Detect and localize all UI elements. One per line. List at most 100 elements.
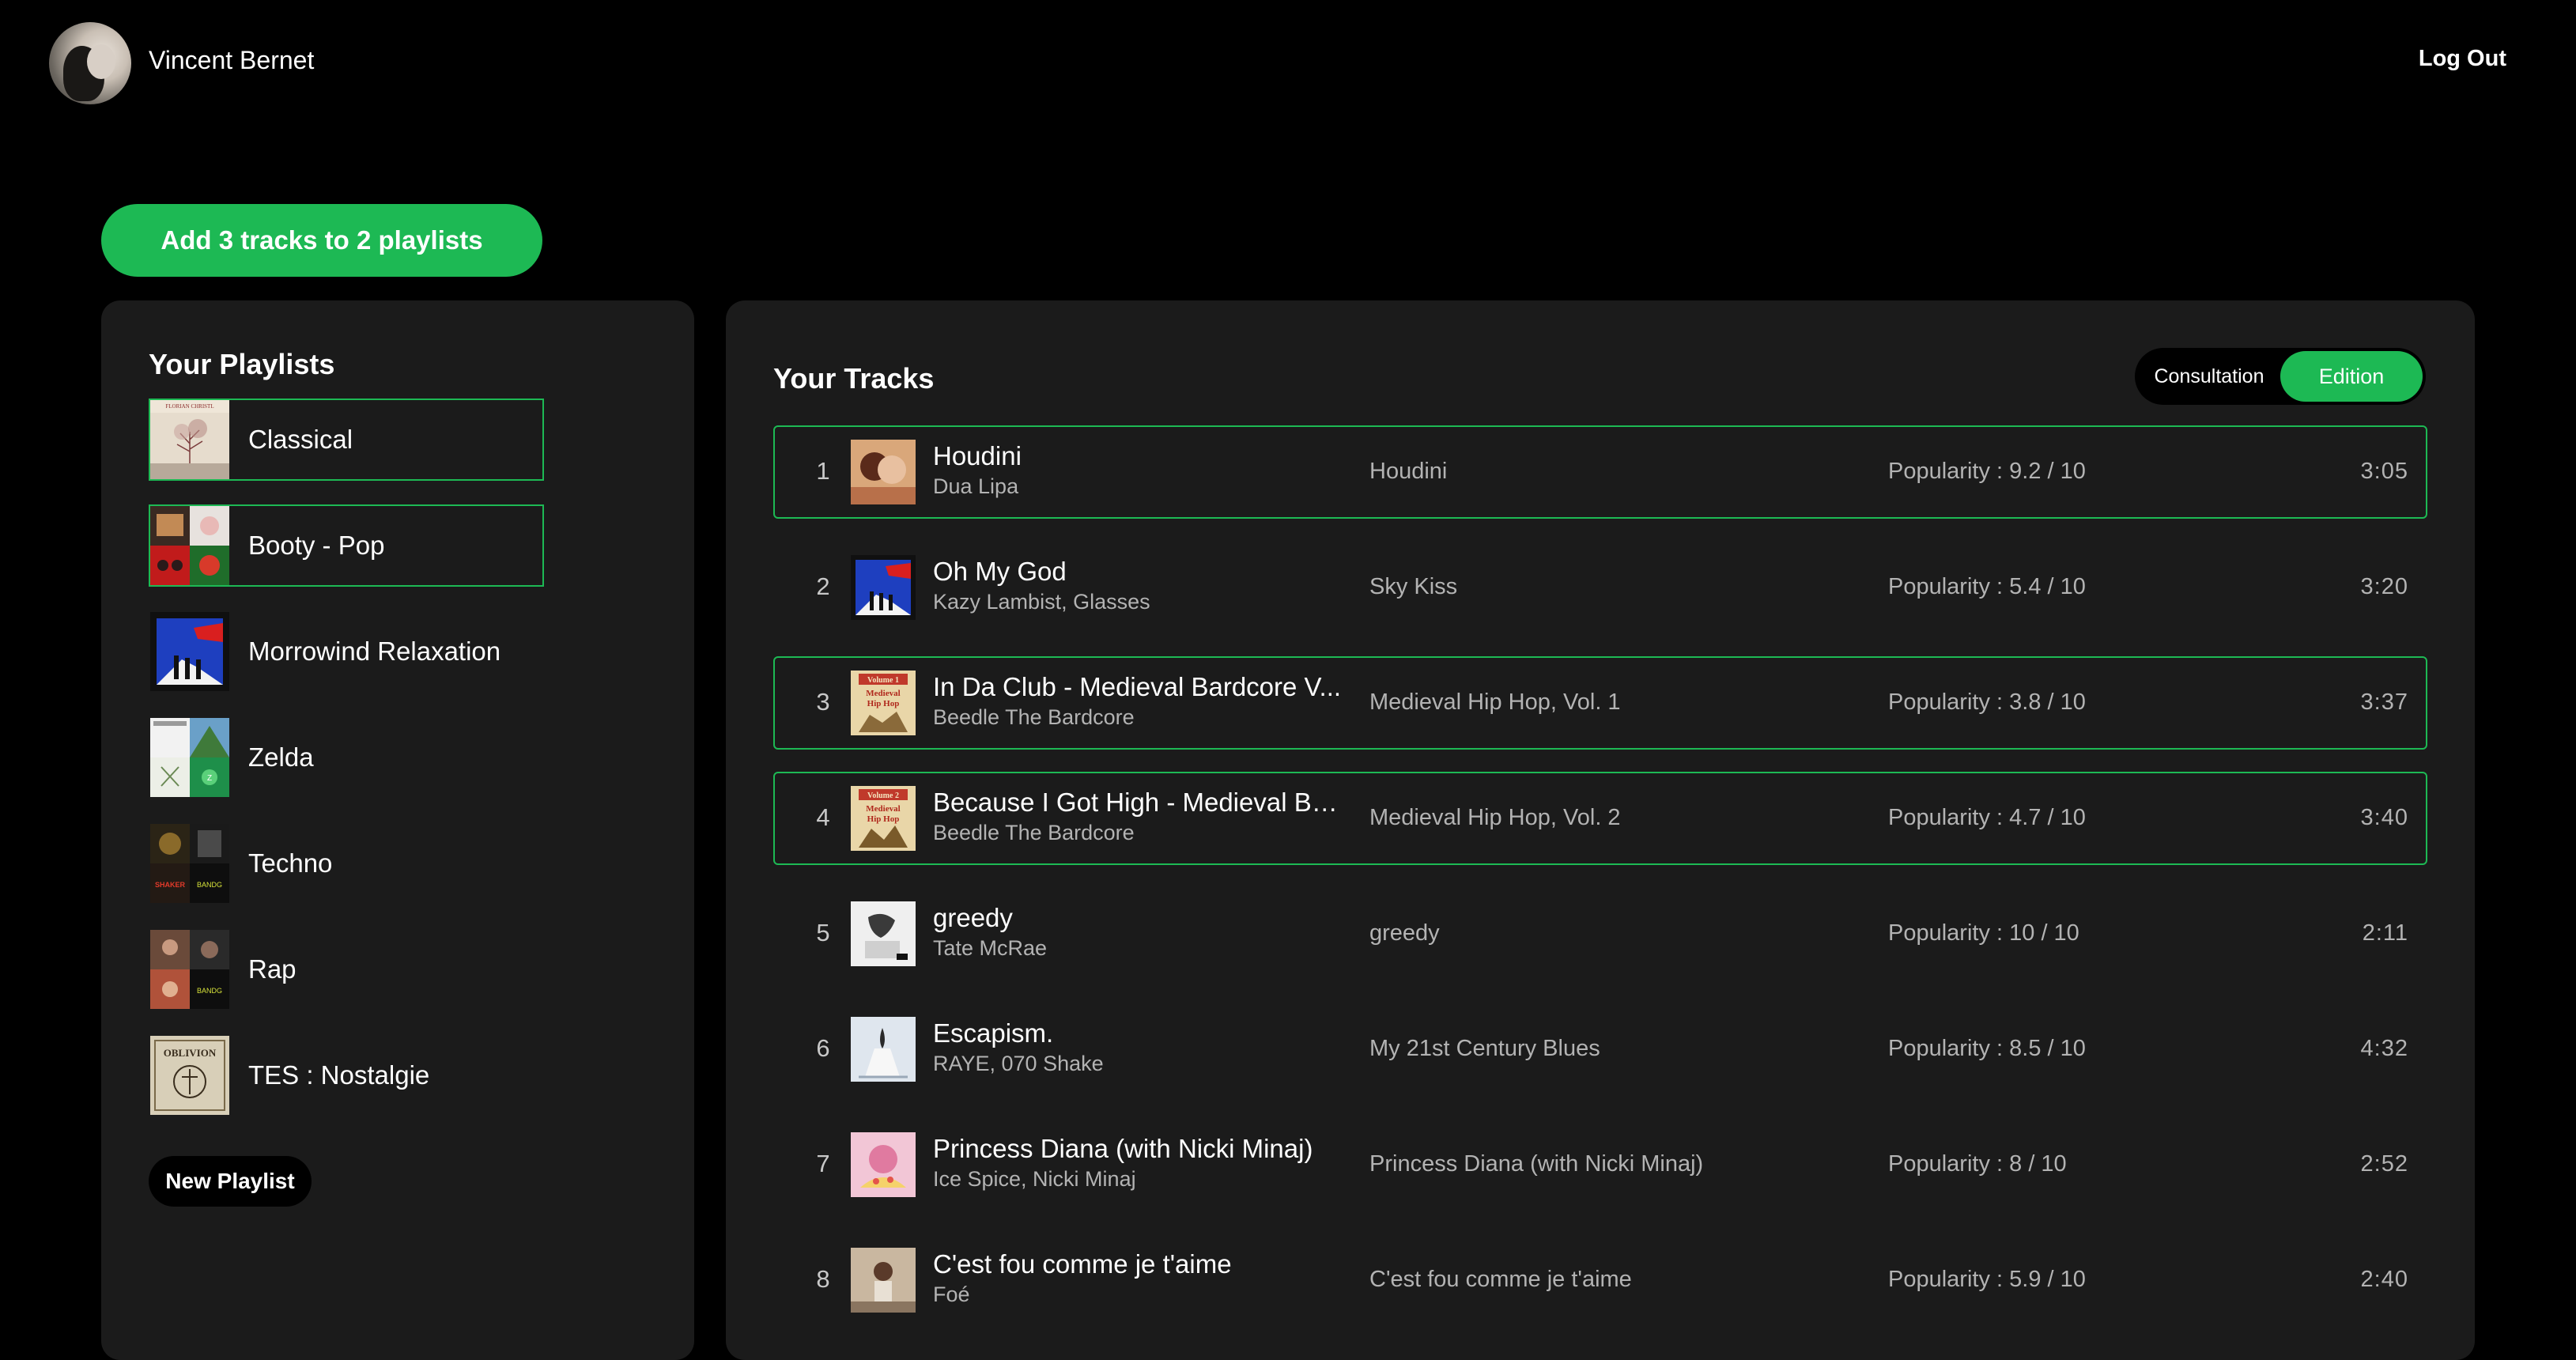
track-album: C'est fou comme je t'aime xyxy=(1369,1267,1632,1292)
track-album: Medieval Hip Hop, Vol. 2 xyxy=(1369,805,1621,830)
playlist-name: Morrowind Relaxation xyxy=(248,637,501,666)
playlist-cover-morrowind xyxy=(150,612,229,691)
svg-text:OBLIVION: OBLIVION xyxy=(164,1047,217,1059)
track-popularity: Popularity : 8 / 10 xyxy=(1888,1151,2067,1177)
svg-text:FLORIAN CHRISTL: FLORIAN CHRISTL xyxy=(165,403,213,410)
playlist-cover-classical: FLORIAN CHRISTL xyxy=(150,400,229,479)
svg-text:Hip Hop: Hip Hop xyxy=(867,814,900,824)
track-duration: 3:20 xyxy=(2360,574,2408,599)
track-number: 3 xyxy=(816,688,830,716)
playlists-title: Your Playlists xyxy=(149,348,335,380)
svg-text:Medieval: Medieval xyxy=(866,804,900,814)
playlist-item-rap[interactable]: BANDG Rap xyxy=(149,928,544,1011)
playlist-name: Booty - Pop xyxy=(248,531,385,560)
mode-toggle[interactable]: Consultation Edition xyxy=(2135,348,2426,405)
track-title: Princess Diana (with Nicki Minaj) xyxy=(933,1134,1313,1163)
track-duration: 3:37 xyxy=(2360,689,2408,715)
track-cover xyxy=(851,901,916,966)
playlist-name: Techno xyxy=(248,848,333,878)
track-row[interactable]: 6 Escapism. RAYE, 070 Shake My 21st Cent… xyxy=(773,1003,2427,1096)
playlist-item-morrowind-relaxation[interactable]: Morrowind Relaxation xyxy=(149,610,544,693)
playlist-item-classical[interactable]: FLORIAN CHRISTL Classical xyxy=(149,399,544,481)
logout-button[interactable]: Log Out xyxy=(2419,46,2506,72)
svg-text:Z: Z xyxy=(207,774,212,783)
track-title: In Da Club - Medieval Bardcore V... xyxy=(933,672,1342,701)
track-album: Medieval Hip Hop, Vol. 1 xyxy=(1369,689,1621,715)
track-cover xyxy=(851,555,916,620)
track-row[interactable]: 4 Volume 2 Medieval Hip Hop Because I Go… xyxy=(773,772,2427,865)
track-row[interactable]: 3 Volume 1 Medieval Hip Hop In Da Club -… xyxy=(773,656,2427,750)
track-duration: 2:40 xyxy=(2360,1267,2408,1292)
top-bar: Vincent Bernet Log Out xyxy=(0,0,2576,127)
track-duration: 3:40 xyxy=(2360,805,2408,830)
track-title: C'est fou comme je t'aime xyxy=(933,1249,1232,1279)
track-album: greedy xyxy=(1369,920,1440,946)
playlist-name: Zelda xyxy=(248,742,314,772)
track-artist: Foé xyxy=(933,1283,970,1306)
track-cover xyxy=(851,1132,916,1197)
track-duration: 2:52 xyxy=(2360,1151,2408,1177)
track-row[interactable]: 7 Princess Diana (with Nicki Minaj) Ice … xyxy=(773,1118,2427,1211)
add-tracks-button[interactable]: Add 3 tracks to 2 playlists xyxy=(101,204,542,277)
track-row[interactable]: 1 Houdini Dua Lipa Houdini Popularity : … xyxy=(773,425,2427,519)
track-duration: 4:32 xyxy=(2360,1036,2408,1061)
playlist-cover-tes-nostalgie: OBLIVION xyxy=(150,1036,229,1115)
playlist-cover-booty-pop xyxy=(150,506,229,585)
playlist-item-tes-nostalgie[interactable]: OBLIVION TES : Nostalgie xyxy=(149,1034,544,1116)
playlist-cover-techno: SHAKER BANDG xyxy=(150,824,229,903)
svg-text:BANDG: BANDG xyxy=(197,881,222,889)
track-cover xyxy=(851,1017,916,1082)
track-popularity: Popularity : 3.8 / 10 xyxy=(1888,689,2086,715)
track-title: greedy xyxy=(933,903,1013,932)
track-album: Sky Kiss xyxy=(1369,574,1458,599)
track-duration: 3:05 xyxy=(2360,459,2408,484)
track-number: 1 xyxy=(816,457,830,485)
playlist-item-booty-pop[interactable]: Booty - Pop xyxy=(149,504,544,587)
track-artist: Ice Spice, Nicki Minaj xyxy=(933,1167,1136,1191)
track-cover xyxy=(851,440,916,504)
playlists-panel: Your Playlists FLORIAN CHRISTL Classical xyxy=(101,300,694,1360)
tracks-title: Your Tracks xyxy=(773,362,935,395)
svg-text:BANDG: BANDG xyxy=(197,987,222,995)
playlist-list: FLORIAN CHRISTL Classical Booty - Pop Mo… xyxy=(149,399,544,1140)
new-playlist-button[interactable]: New Playlist xyxy=(149,1156,312,1207)
track-artist: Kazy Lambist, Glasses xyxy=(933,590,1150,614)
track-row[interactable]: 5 greedy Tate McRae greedy Popularity : … xyxy=(773,887,2427,980)
svg-text:Hip Hop: Hip Hop xyxy=(867,699,900,708)
playlist-name: Rap xyxy=(248,954,297,984)
track-cover xyxy=(851,1248,916,1313)
track-list: 1 Houdini Dua Lipa Houdini Popularity : … xyxy=(773,425,2427,1349)
track-album: My 21st Century Blues xyxy=(1369,1036,1600,1061)
playlist-name: TES : Nostalgie xyxy=(248,1060,430,1090)
track-artist: Tate McRae xyxy=(933,936,1048,960)
track-number: 8 xyxy=(816,1265,830,1293)
track-row[interactable]: 8 C'est fou comme je t'aime Foé C'est fo… xyxy=(773,1233,2427,1327)
track-popularity: Popularity : 4.7 / 10 xyxy=(1888,805,2086,830)
track-popularity: Popularity : 8.5 / 10 xyxy=(1888,1036,2086,1061)
svg-text:Medieval: Medieval xyxy=(866,689,900,698)
track-album: Princess Diana (with Nicki Minaj) xyxy=(1369,1151,1704,1177)
track-duration: 2:11 xyxy=(2362,920,2408,946)
consultation-mode-button[interactable]: Consultation xyxy=(2138,351,2280,402)
track-popularity: Popularity : 5.9 / 10 xyxy=(1888,1267,2086,1292)
track-title: Because I Got High - Medieval Bar... xyxy=(933,788,1344,817)
track-artist: Beedle The Bardcore xyxy=(933,705,1135,729)
playlist-name: Classical xyxy=(248,425,353,454)
track-row[interactable]: 2 Oh My God Kazy Lambist, Glasses Sky Ki… xyxy=(773,541,2427,634)
track-cover: Volume 1 Medieval Hip Hop xyxy=(851,671,916,735)
track-number: 5 xyxy=(816,919,830,946)
svg-text:Volume 1: Volume 1 xyxy=(867,676,899,685)
playlist-cover-zelda: Z xyxy=(150,718,229,797)
edition-mode-button[interactable]: Edition xyxy=(2280,351,2423,402)
track-number: 2 xyxy=(816,572,830,600)
user-avatar[interactable] xyxy=(49,22,131,104)
track-popularity: Popularity : 10 / 10 xyxy=(1888,920,2079,946)
track-artist: RAYE, 070 Shake xyxy=(933,1052,1104,1075)
playlist-item-techno[interactable]: SHAKER BANDG Techno xyxy=(149,822,544,905)
track-artist: Beedle The Bardcore xyxy=(933,821,1135,844)
playlist-cover-rap: BANDG xyxy=(150,930,229,1009)
playlist-item-zelda[interactable]: Z Zelda xyxy=(149,716,544,799)
track-title: Houdini xyxy=(933,441,1022,470)
track-title: Oh My God xyxy=(933,557,1067,586)
track-number: 4 xyxy=(816,803,830,831)
